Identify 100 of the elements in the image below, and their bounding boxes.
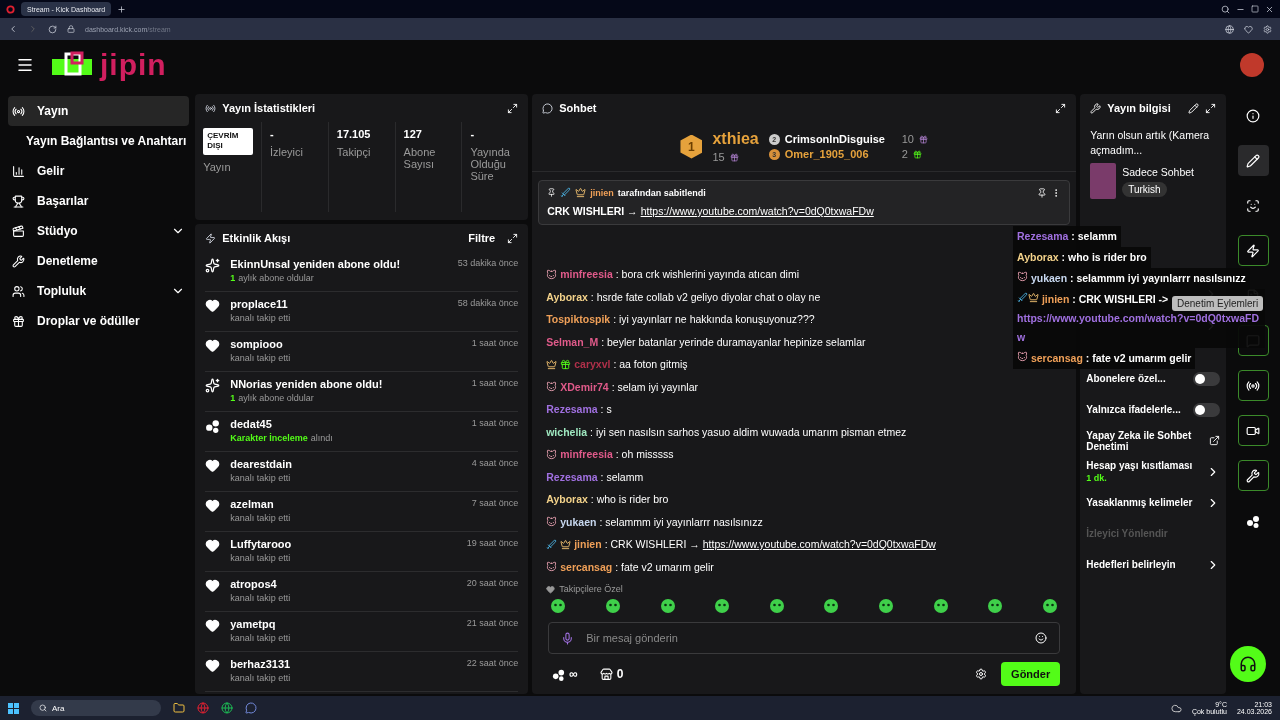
heart-icon[interactable] bbox=[1244, 24, 1253, 34]
username[interactable]: XDemir74 bbox=[560, 380, 609, 393]
event-detail: kanalı takip etti bbox=[230, 353, 291, 363]
video-icon[interactable] bbox=[1237, 415, 1269, 446]
search-icon[interactable] bbox=[1221, 4, 1230, 14]
username[interactable]: minfreesia bbox=[560, 268, 613, 281]
logo[interactable]: jipin bbox=[52, 48, 167, 82]
link[interactable]: https://www.youtube.com/watch?v=0dQ0txwaFDw bbox=[640, 205, 874, 217]
emote-icon[interactable] bbox=[1042, 598, 1059, 614]
folder-icon[interactable] bbox=[173, 702, 185, 714]
event-title: dedat45 bbox=[230, 418, 273, 430]
chat-icon[interactable] bbox=[245, 702, 257, 714]
broadcast-icon bbox=[12, 104, 25, 118]
wrench-icon[interactable] bbox=[1237, 460, 1269, 491]
avatar[interactable] bbox=[1240, 53, 1264, 77]
username[interactable]: Ayborax bbox=[546, 493, 588, 506]
popout-icon[interactable] bbox=[507, 102, 519, 114]
emoji-icon[interactable] bbox=[1035, 632, 1048, 644]
taskbar-search[interactable]: Ara bbox=[31, 700, 161, 716]
close-icon[interactable] bbox=[1265, 4, 1274, 14]
popout-icon[interactable] bbox=[1055, 102, 1067, 114]
emote-icon[interactable] bbox=[768, 598, 785, 614]
event-detail: kanalı takip etti bbox=[230, 593, 291, 603]
sidebar-item[interactable]: Droplar ve ödüller bbox=[8, 306, 190, 336]
event-time: 7 saat önce bbox=[471, 498, 519, 508]
search-icon bbox=[39, 704, 47, 712]
emote-icon[interactable] bbox=[659, 598, 676, 614]
headset-icon bbox=[1239, 655, 1257, 673]
sidebar-item[interactable]: Yayın Bağlantısı ve Anahtarı bbox=[8, 126, 190, 156]
username[interactable]: minfreesia bbox=[560, 448, 613, 461]
browser-logo-icon[interactable] bbox=[6, 4, 15, 14]
toggle-switch[interactable] bbox=[1193, 371, 1221, 386]
restore-icon[interactable] bbox=[1251, 5, 1259, 13]
username[interactable]: sercansag bbox=[560, 560, 613, 573]
username[interactable]: Ayborax bbox=[546, 290, 588, 303]
windows-icon[interactable] bbox=[8, 702, 19, 714]
username[interactable]: wichelia bbox=[546, 425, 588, 438]
username[interactable]: yukaen bbox=[560, 515, 597, 528]
cat-badge-icon bbox=[546, 516, 558, 528]
emote-icon[interactable] bbox=[604, 598, 621, 614]
sidebar-item[interactable]: Topluluk bbox=[8, 276, 190, 306]
pencil-icon[interactable] bbox=[1237, 145, 1269, 176]
dots-icon bbox=[552, 667, 566, 681]
setting-label: Hesap yaşı kısıtlaması bbox=[1086, 460, 1193, 472]
crown-badge-icon bbox=[560, 538, 572, 550]
pin-icon bbox=[547, 188, 557, 197]
message-text: : beyler batanlar yerinde duramayanlar hepinize selamlar bbox=[601, 335, 866, 348]
username[interactable]: Rezesama bbox=[546, 403, 598, 416]
mic-icon[interactable] bbox=[561, 631, 575, 645]
lightning-icon[interactable] bbox=[1237, 235, 1269, 266]
popout-icon[interactable] bbox=[1205, 102, 1217, 114]
broadcast-icon[interactable] bbox=[1237, 370, 1269, 401]
gifter-name: xthiea bbox=[712, 130, 759, 148]
emote-icon[interactable] bbox=[550, 598, 567, 614]
popout-icon[interactable] bbox=[507, 232, 519, 244]
store-icon[interactable] bbox=[599, 667, 613, 681]
message-text: : selam iyi yayınlar bbox=[611, 380, 698, 393]
pencil-icon[interactable] bbox=[1188, 102, 1200, 114]
sidebar-item[interactable]: Denetleme bbox=[8, 246, 190, 276]
message-text: : bora crk wishlerini yayında atıcan dimi bbox=[615, 268, 799, 281]
filter-button[interactable]: Filtre bbox=[462, 232, 502, 244]
link[interactable]: https://www.youtube.com/watch?v=0dQ0txwaFDw bbox=[1017, 309, 1261, 347]
toggle-switch[interactable] bbox=[1193, 402, 1221, 417]
globe-icon[interactable] bbox=[221, 702, 233, 714]
event-title: proplace11 bbox=[230, 298, 289, 310]
username[interactable]: Selman_M bbox=[546, 335, 599, 348]
cat-badge-icon bbox=[1017, 351, 1028, 362]
new-tab-icon[interactable] bbox=[117, 4, 127, 14]
emote-icon[interactable] bbox=[714, 598, 731, 614]
crown-badge-icon bbox=[1028, 292, 1039, 303]
heart-icon bbox=[205, 298, 221, 313]
reload-icon[interactable] bbox=[48, 24, 57, 34]
lock-icon bbox=[67, 25, 75, 33]
sidebar-item[interactable]: Yayın bbox=[8, 96, 190, 126]
sidebar-item[interactable]: Gelir bbox=[8, 156, 190, 186]
username[interactable]: Rezesama bbox=[546, 470, 598, 483]
sparkle-icon bbox=[205, 258, 221, 273]
sidebar-item[interactable]: Başarılar bbox=[8, 186, 190, 216]
message-box[interactable]: Bir mesaj gönderin bbox=[548, 622, 1061, 654]
event-time: 58 dakika önce bbox=[457, 298, 519, 308]
send-button[interactable]: Gönder bbox=[1001, 662, 1061, 686]
username[interactable]: Tospiktospik bbox=[546, 313, 611, 326]
external-link-icon[interactable] bbox=[1209, 435, 1221, 447]
sidebar-item[interactable]: Stüdyo bbox=[8, 216, 190, 246]
panel-title: Yayın bilgisi bbox=[1107, 102, 1172, 114]
emote-icon[interactable] bbox=[987, 598, 1004, 614]
menu-icon[interactable] bbox=[16, 56, 34, 74]
emote-icon[interactable] bbox=[823, 598, 840, 614]
link[interactable]: https://www.youtube.com/watch?v=0dQ0txwaFDw bbox=[702, 538, 936, 551]
event-title: sompiooo bbox=[230, 338, 284, 350]
message-input[interactable]: Bir mesaj gönderin bbox=[584, 624, 1026, 652]
gift-count: 10 bbox=[901, 133, 914, 145]
support-button[interactable] bbox=[1230, 646, 1266, 682]
emote-icon[interactable] bbox=[878, 598, 895, 614]
back-icon[interactable] bbox=[8, 24, 18, 34]
username[interactable]: jinien bbox=[574, 538, 602, 551]
globe-icon[interactable] bbox=[197, 702, 209, 714]
emote-icon[interactable] bbox=[932, 598, 949, 614]
pin-icon[interactable] bbox=[1037, 187, 1048, 198]
gift-icon bbox=[729, 152, 739, 162]
